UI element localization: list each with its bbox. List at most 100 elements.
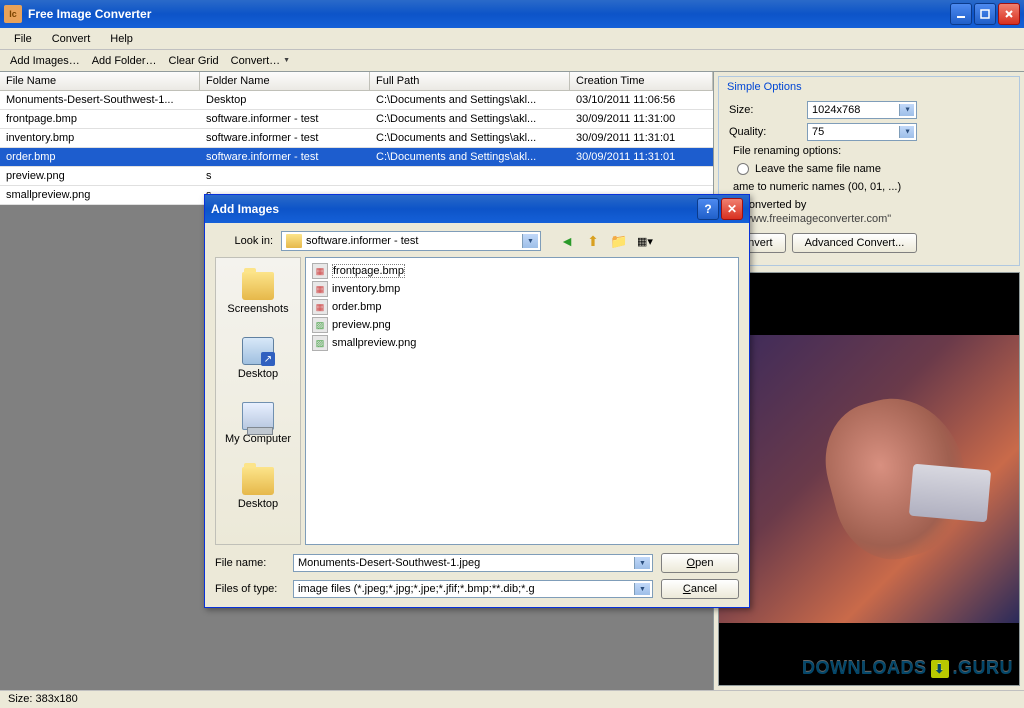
col-creation-time[interactable]: Creation Time bbox=[570, 72, 713, 90]
filetype-value: image files (*.jpeg;*.jpg;*.jpe;*.jfif;*… bbox=[298, 583, 535, 595]
radio-icon bbox=[737, 163, 749, 175]
menu-file[interactable]: File bbox=[4, 30, 42, 48]
places-bar: Screenshots Desktop My Computer Desktop bbox=[215, 257, 301, 545]
filetype-label: Files of type: bbox=[215, 583, 285, 595]
dropdown-arrow-icon[interactable]: ▼ bbox=[634, 583, 650, 595]
tool-convert[interactable]: Convert…▼ bbox=[225, 52, 296, 70]
cell-file-name: inventory.bmp bbox=[0, 129, 200, 147]
maximize-button[interactable] bbox=[974, 3, 996, 25]
tool-add-images[interactable]: Add Images… bbox=[4, 52, 86, 70]
file-item[interactable]: ▦inventory.bmp bbox=[310, 280, 734, 298]
bmp-file-icon: ▦ bbox=[312, 299, 328, 315]
cell-full-path: C:\Documents and Settings\akl... bbox=[370, 148, 570, 166]
radio-same-name[interactable]: Leave the same file name bbox=[737, 163, 1001, 175]
lookin-label: Look in: bbox=[215, 235, 273, 247]
lookin-value: software.informer - test bbox=[306, 235, 418, 247]
options-title: Simple Options bbox=[723, 81, 1015, 97]
app-title: Free Image Converter bbox=[28, 7, 950, 21]
menu-help[interactable]: Help bbox=[100, 30, 143, 48]
cell-file-name: frontpage.bmp bbox=[0, 110, 200, 128]
filetype-select[interactable]: image files (*.jpeg;*.jpg;*.jpe;*.jfif;*… bbox=[293, 580, 653, 598]
quality-select[interactable]: 75 bbox=[807, 123, 917, 141]
watermark-text1: DOWNLOADS bbox=[802, 658, 927, 679]
view-menu-icon[interactable]: ▦▾ bbox=[635, 231, 655, 251]
up-icon[interactable]: ⬆ bbox=[583, 231, 603, 251]
place-label: Screenshots bbox=[227, 303, 288, 315]
new-folder-icon[interactable]: 📁 bbox=[609, 231, 629, 251]
png-file-icon: ▨ bbox=[312, 317, 328, 333]
menu-bar: File Convert Help bbox=[0, 28, 1024, 50]
radio-numeric-label: ame to numeric names (00, 01, ...) bbox=[733, 181, 1005, 193]
cell-folder-name: software.informer - test bbox=[200, 129, 370, 147]
download-icon: ⬇ bbox=[931, 660, 949, 678]
table-row[interactable]: Monuments-Desert-Southwest-1...DesktopC:… bbox=[0, 91, 713, 110]
computer-icon bbox=[242, 402, 274, 430]
lookin-select[interactable]: software.informer - test ▼ bbox=[281, 231, 541, 251]
dialog-close-button[interactable]: ✕ bbox=[721, 198, 743, 220]
file-item[interactable]: ▨smallpreview.png bbox=[310, 334, 734, 352]
table-row[interactable]: inventory.bmpsoftware.informer - testC:\… bbox=[0, 129, 713, 148]
converted-by-label: "Converted by bbox=[737, 199, 1001, 211]
tool-add-folder[interactable]: Add Folder… bbox=[86, 52, 163, 70]
cancel-button[interactable]: Cancel bbox=[661, 579, 739, 599]
file-item[interactable]: ▨ preview.png bbox=[310, 316, 734, 334]
open-button[interactable]: Open bbox=[661, 553, 739, 573]
cell-full-path: C:\Documents and Settings\akl... bbox=[370, 91, 570, 109]
cell-folder-name: software.informer - test bbox=[200, 110, 370, 128]
place-mycomputer[interactable]: My Computer bbox=[221, 398, 295, 449]
back-icon[interactable]: ◄ bbox=[557, 231, 577, 251]
file-item[interactable]: ▦frontpage.bmp bbox=[310, 262, 734, 280]
cell-file-name: order.bmp bbox=[0, 148, 200, 166]
filename-value: Monuments-Desert-Southwest-1.jpeg bbox=[298, 557, 480, 569]
close-button[interactable] bbox=[998, 3, 1020, 25]
table-row[interactable]: order.bmpsoftware.informer - testC:\Docu… bbox=[0, 148, 713, 167]
converted-by-url: www.freeimageconverter.com" bbox=[743, 213, 995, 225]
place-desktop2[interactable]: Desktop bbox=[234, 463, 282, 514]
title-bar: Ic Free Image Converter bbox=[0, 0, 1024, 28]
cell-creation-time: 30/09/2011 11:31:00 bbox=[570, 110, 713, 128]
file-name: smallpreview.png bbox=[332, 337, 416, 349]
file-name: inventory.bmp bbox=[332, 283, 400, 295]
dropdown-arrow-icon[interactable]: ▼ bbox=[634, 557, 650, 569]
toolbar: Add Images… Add Folder… Clear Grid Conve… bbox=[0, 50, 1024, 72]
size-label: Size: bbox=[729, 104, 799, 116]
dropdown-arrow-icon[interactable]: ▼ bbox=[522, 234, 538, 248]
advanced-convert-button[interactable]: Advanced Convert... bbox=[792, 233, 918, 253]
desktop-icon bbox=[242, 337, 274, 365]
filename-input[interactable]: Monuments-Desert-Southwest-1.jpeg ▼ bbox=[293, 554, 653, 572]
table-row[interactable]: preview.pngs bbox=[0, 167, 713, 186]
dialog-title-bar[interactable]: Add Images ? ✕ bbox=[205, 195, 749, 223]
cell-full-path: C:\Documents and Settings\akl... bbox=[370, 129, 570, 147]
dialog-title: Add Images bbox=[211, 202, 695, 216]
place-desktop[interactable]: Desktop bbox=[234, 333, 282, 384]
bmp-file-icon: ▦ bbox=[312, 263, 328, 279]
folder-icon bbox=[286, 234, 302, 248]
status-size: Size: 383x180 bbox=[8, 693, 78, 705]
menu-convert[interactable]: Convert bbox=[42, 30, 101, 48]
col-full-path[interactable]: Full Path bbox=[370, 72, 570, 90]
preview-area: DOWNLOADS ⬇ .GURU bbox=[718, 272, 1020, 686]
cell-full-path: C:\Documents and Settings\akl... bbox=[370, 110, 570, 128]
table-row[interactable]: frontpage.bmpsoftware.informer - testC:\… bbox=[0, 110, 713, 129]
file-item[interactable]: ▦order.bmp bbox=[310, 298, 734, 316]
status-bar: Size: 383x180 bbox=[0, 690, 1024, 708]
place-screenshots[interactable]: Screenshots bbox=[223, 268, 292, 319]
grid-header: File Name Folder Name Full Path Creation… bbox=[0, 72, 713, 91]
size-select[interactable]: 1024x768 bbox=[807, 101, 917, 119]
cell-folder-name: software.informer - test bbox=[200, 148, 370, 166]
cell-creation-time: 30/09/2011 11:31:01 bbox=[570, 148, 713, 166]
file-list[interactable]: ▦frontpage.bmp▦inventory.bmp▦order.bmp▨p… bbox=[305, 257, 739, 545]
dropdown-arrow-icon: ▼ bbox=[283, 57, 290, 64]
cell-file-name: smallpreview.png bbox=[0, 186, 200, 204]
folder-icon bbox=[242, 467, 274, 495]
app-icon: Ic bbox=[4, 5, 22, 23]
col-file-name[interactable]: File Name bbox=[0, 72, 200, 90]
quality-label: Quality: bbox=[729, 126, 799, 138]
dialog-help-button[interactable]: ? bbox=[697, 198, 719, 220]
cell-creation-time: 03/10/2011 11:06:56 bbox=[570, 91, 713, 109]
col-folder-name[interactable]: Folder Name bbox=[200, 72, 370, 90]
tool-clear-grid[interactable]: Clear Grid bbox=[163, 52, 225, 70]
cell-full-path bbox=[370, 167, 570, 185]
file-name: preview.png bbox=[332, 319, 391, 331]
minimize-button[interactable] bbox=[950, 3, 972, 25]
